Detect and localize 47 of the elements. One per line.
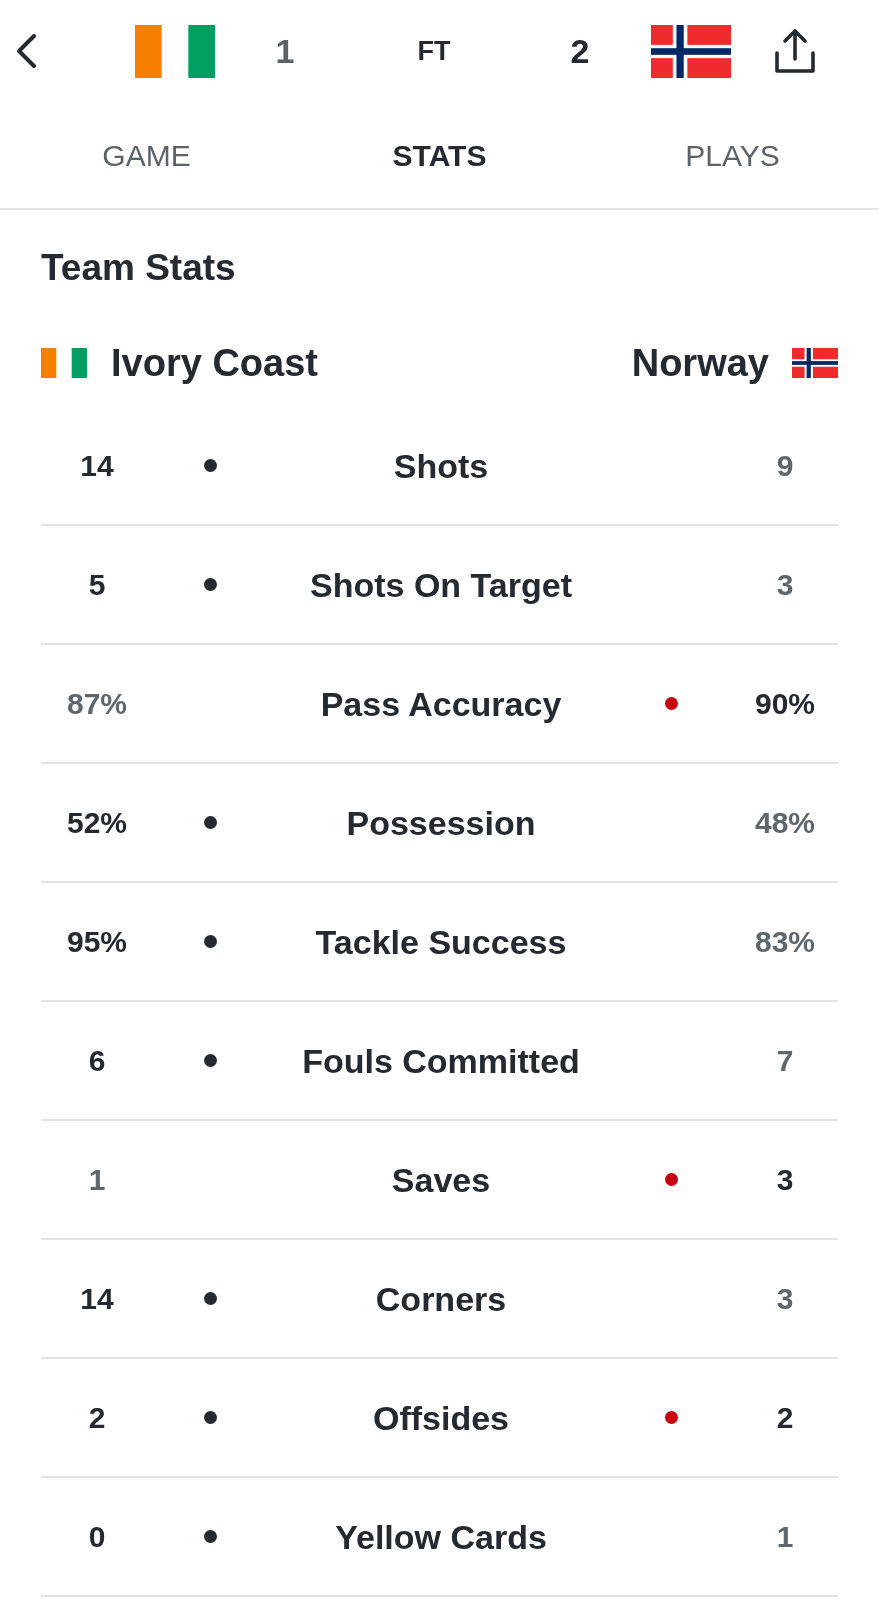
- stat-value: 14: [80, 447, 114, 484]
- stat-value: 7: [776, 1042, 794, 1079]
- score: 1: [275, 31, 295, 71]
- stat-value: 52%: [66, 804, 127, 841]
- stat-value: 14: [80, 1280, 114, 1317]
- flag-icon: [135, 24, 215, 78]
- tab[interactable]: STATS: [293, 102, 586, 208]
- stat-value: 2: [776, 1399, 794, 1436]
- team-name: Ivory Coast: [111, 341, 318, 386]
- stat-value: 0: [88, 1518, 106, 1555]
- section-title: Team Stats: [41, 246, 236, 290]
- chevron-left-icon: [15, 33, 37, 69]
- share-icon: [774, 28, 816, 74]
- share-button[interactable]: [774, 28, 816, 74]
- stat-label: Tackle Success: [315, 921, 567, 963]
- stat-value: 2: [88, 1399, 106, 1436]
- stat-value: 90%: [754, 685, 815, 722]
- flag-icon: [41, 348, 87, 378]
- stat-value: 3: [776, 1280, 794, 1317]
- flag-icon: [651, 24, 731, 78]
- stat-value: 3: [776, 566, 794, 603]
- stat-value: 87%: [66, 685, 127, 722]
- stat-value: 6: [88, 1042, 106, 1079]
- stat-label: Saves: [391, 1159, 491, 1201]
- tab[interactable]: PLAYS: [586, 102, 879, 208]
- stat-label: Yellow Cards: [335, 1516, 547, 1558]
- match-status: FT: [417, 35, 451, 68]
- stat-value: 1: [776, 1518, 794, 1555]
- score: 2: [570, 31, 590, 71]
- stat-label: Fouls Committed: [302, 1040, 580, 1082]
- stat-value: 9: [776, 447, 794, 484]
- tab[interactable]: GAME: [0, 102, 293, 208]
- stat-value: 95%: [66, 923, 127, 960]
- stat-label: Offsides: [372, 1397, 509, 1439]
- stat-label: Pass Accuracy: [320, 683, 562, 725]
- stat-label: Shots On Target: [310, 564, 572, 606]
- stat-value: 3: [776, 1161, 794, 1198]
- stat-value: 48%: [754, 804, 815, 841]
- stat-value: 1: [88, 1161, 106, 1198]
- stat-value: 5: [88, 566, 106, 603]
- team-name: Norway: [631, 341, 769, 386]
- stat-label: Possession: [346, 802, 536, 844]
- flag-icon: [792, 348, 838, 378]
- stat-label: Shots: [393, 445, 489, 487]
- stat-value: 83%: [754, 923, 815, 960]
- back-button[interactable]: [15, 33, 37, 69]
- stat-label: Corners: [375, 1278, 507, 1320]
